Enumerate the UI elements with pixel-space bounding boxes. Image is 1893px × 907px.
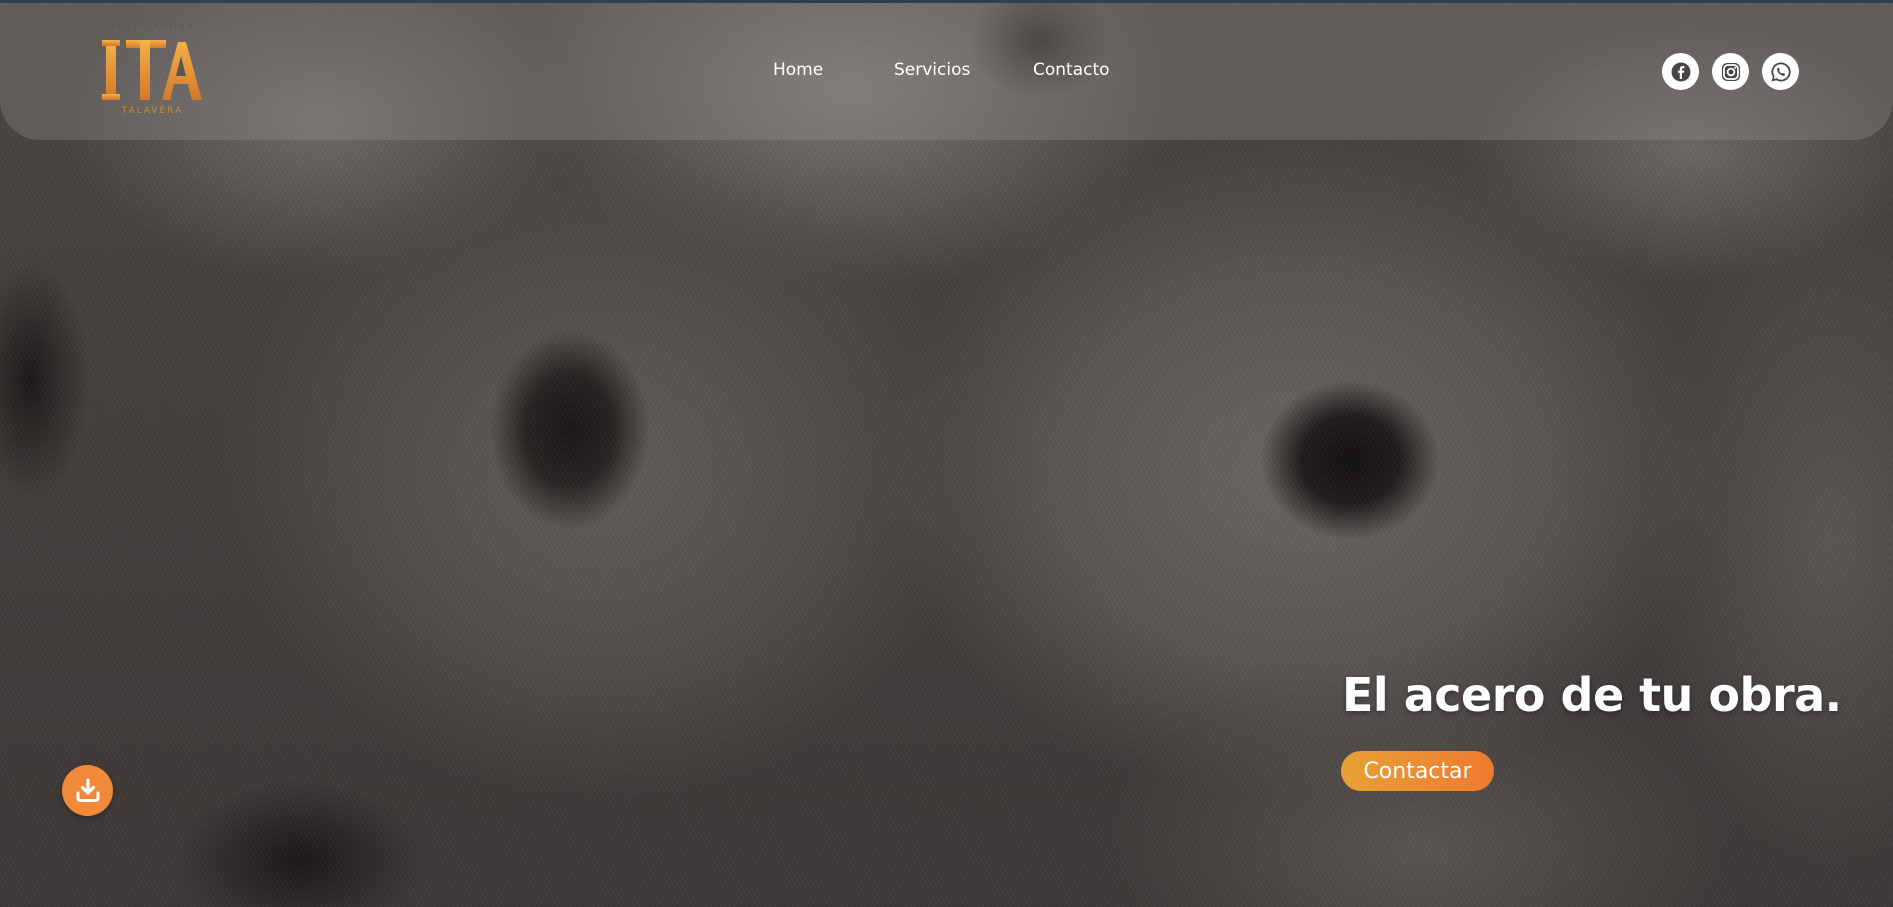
contactar-button[interactable]: Contactar — [1341, 751, 1494, 791]
facebook-icon — [1671, 62, 1690, 81]
facebook-link[interactable] — [1662, 53, 1699, 90]
instagram-icon — [1721, 62, 1740, 81]
whatsapp-icon — [1770, 61, 1791, 81]
top-border — [0, 0, 1893, 3]
nav-contacto[interactable]: Contacto — [1033, 60, 1110, 80]
instagram-link[interactable] — [1712, 53, 1749, 90]
logo-top-text: TREFILADORA — [110, 22, 195, 32]
whatsapp-link[interactable] — [1762, 53, 1799, 90]
main-nav: Home Servicios Contacto — [0, 60, 1893, 84]
nav-home[interactable]: Home — [773, 60, 823, 80]
logo-bottom-text: TALAVERA — [121, 106, 184, 116]
download-icon — [76, 777, 99, 802]
download-button[interactable] — [62, 765, 113, 816]
hero-headline: El acero de tu obra. — [1342, 668, 1842, 722]
nav-servicios[interactable]: Servicios — [894, 60, 970, 80]
